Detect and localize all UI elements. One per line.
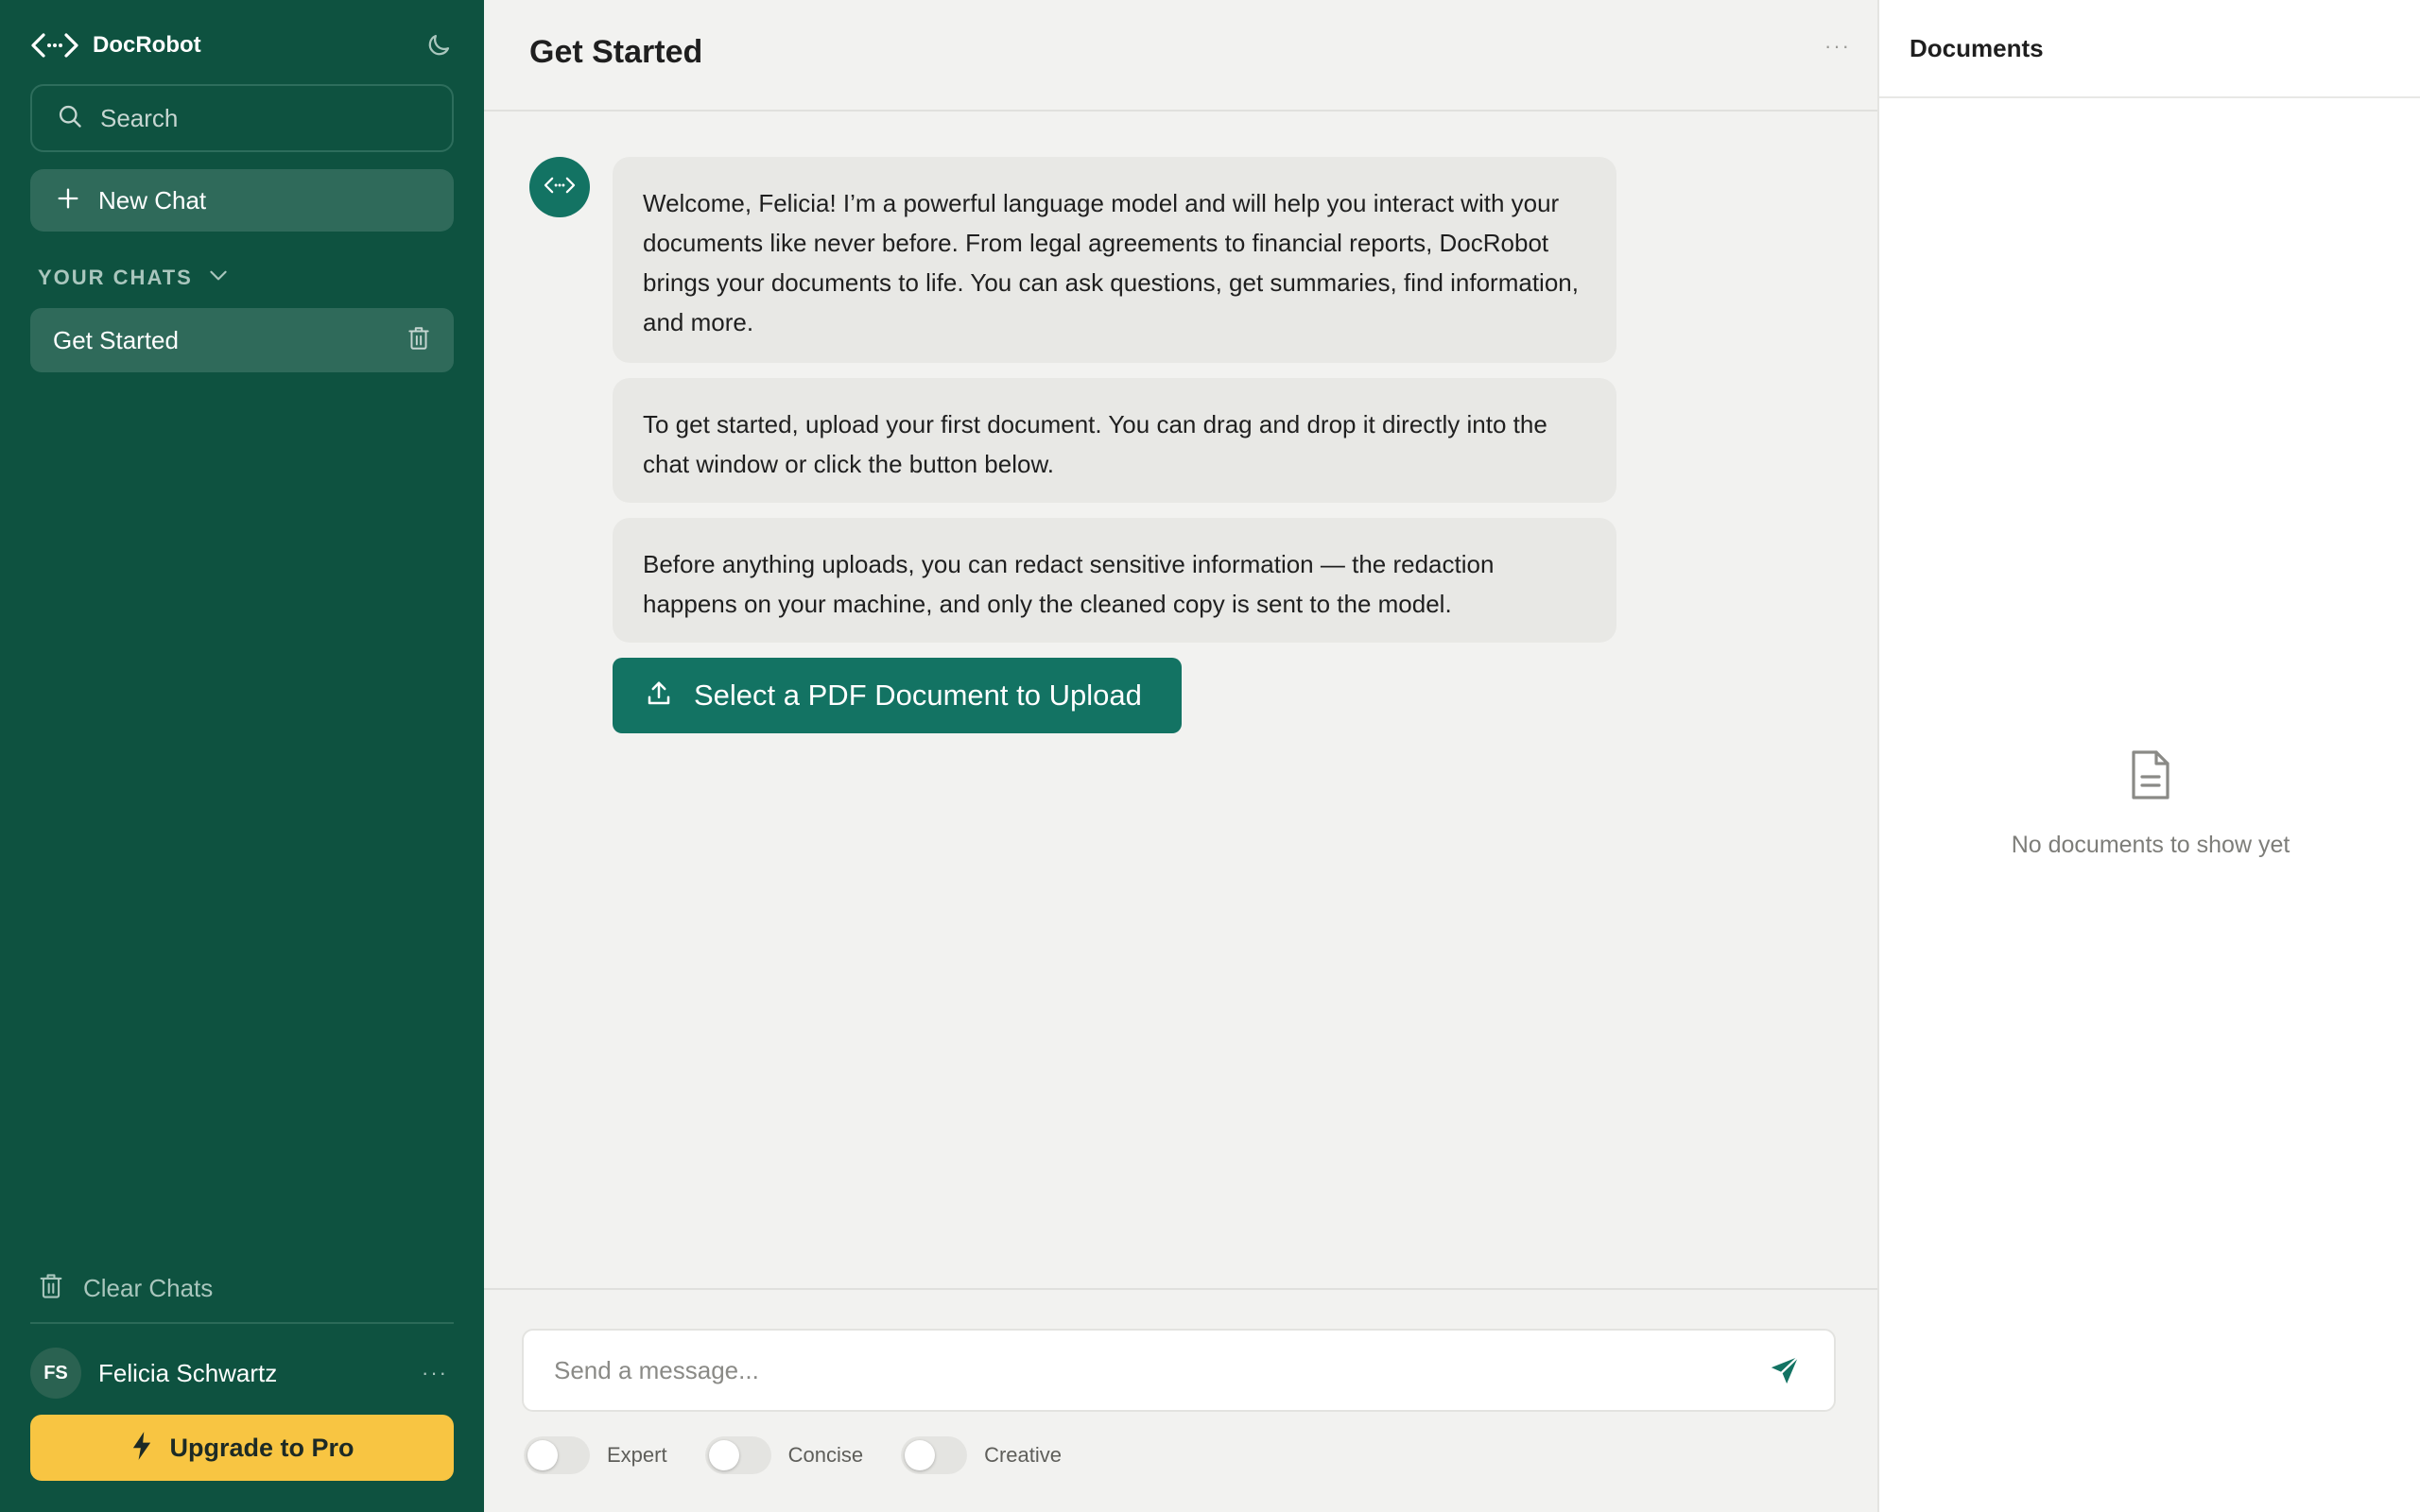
your-chats-toggle[interactable]: YOUR CHATS: [38, 263, 231, 292]
toggle-label: Expert: [607, 1443, 667, 1467]
documents-empty-text: No documents to show yet: [2011, 832, 2290, 858]
message-bubble: Before anything uploads, you can redact …: [613, 518, 1616, 643]
chat-area: Get Started ··· Welcome, Felicia! I’m a …: [484, 0, 1877, 1512]
chat-header: Get Started ···: [484, 0, 1877, 112]
expert-switch[interactable]: [524, 1436, 590, 1474]
upgrade-to-pro-button[interactable]: Upgrade to Pro: [30, 1415, 454, 1481]
documents-panel: Documents No documents to show yet: [1877, 0, 2420, 1512]
toggle-concise[interactable]: Concise: [704, 1436, 864, 1474]
sidebar-divider: [30, 1322, 454, 1324]
lightning-icon: [130, 1431, 154, 1466]
new-chat-button[interactable]: New Chat: [30, 169, 454, 232]
user-profile[interactable]: FS Felicia Schwartz ···: [30, 1347, 454, 1400]
upgrade-label: Upgrade to Pro: [169, 1433, 354, 1462]
search-box[interactable]: [30, 84, 454, 152]
sidebar: DocRobot New Chat YOUR CHATS Get: [0, 0, 484, 1512]
avatar: FS: [30, 1348, 81, 1399]
docrobot-logo-icon: [30, 32, 79, 59]
documents-title: Documents: [1910, 34, 2044, 62]
new-chat-label: New Chat: [98, 185, 207, 215]
toggle-creative[interactable]: Creative: [901, 1436, 1062, 1474]
send-icon[interactable]: [1766, 1351, 1804, 1389]
chat-item-label: Get Started: [53, 325, 179, 354]
composer-divider: [484, 1288, 1877, 1290]
toggle-expert[interactable]: Expert: [524, 1436, 667, 1474]
more-icon[interactable]: ···: [422, 1361, 454, 1385]
more-icon[interactable]: ···: [1824, 34, 1851, 59]
search-icon: [57, 103, 83, 134]
upload-pdf-button[interactable]: Select a PDF Document to Upload: [613, 658, 1182, 733]
brand-name: DocRobot: [93, 32, 201, 58]
search-input[interactable]: [100, 103, 441, 133]
docrobot-logo-icon: [544, 176, 576, 199]
chat-item-get-started[interactable]: Get Started: [30, 308, 454, 372]
toggle-label: Creative: [984, 1443, 1062, 1467]
your-chats-label: YOUR CHATS: [38, 265, 193, 289]
toggle-label: Concise: [787, 1443, 864, 1467]
message-composer: [522, 1329, 1836, 1412]
plus-icon: [55, 185, 81, 216]
message-bubble: To get started, upload your first docume…: [613, 378, 1616, 503]
bot-avatar: [529, 157, 590, 217]
creative-switch[interactable]: [901, 1436, 968, 1474]
page-title: Get Started: [529, 34, 703, 70]
chevron-down-icon: [206, 263, 231, 292]
message-input[interactable]: [554, 1355, 1766, 1385]
clear-chats-label: Clear Chats: [83, 1274, 214, 1302]
trash-icon: [38, 1272, 64, 1305]
message-bubble: Welcome, Felicia! I’m a powerful languag…: [613, 157, 1616, 363]
brand[interactable]: DocRobot: [30, 28, 201, 62]
concise-switch[interactable]: [704, 1436, 771, 1474]
clear-chats-button[interactable]: Clear Chats: [38, 1272, 213, 1305]
moon-icon[interactable]: [422, 28, 456, 62]
trash-icon[interactable]: [406, 325, 431, 356]
upload-label: Select a PDF Document to Upload: [694, 679, 1142, 712]
documents-header: Documents: [1879, 0, 2420, 98]
document-icon: [2129, 748, 2172, 806]
mode-toggles: Expert Concise Creative: [524, 1436, 1099, 1474]
upload-icon: [645, 679, 673, 713]
user-name: Felicia Schwartz: [98, 1358, 278, 1387]
